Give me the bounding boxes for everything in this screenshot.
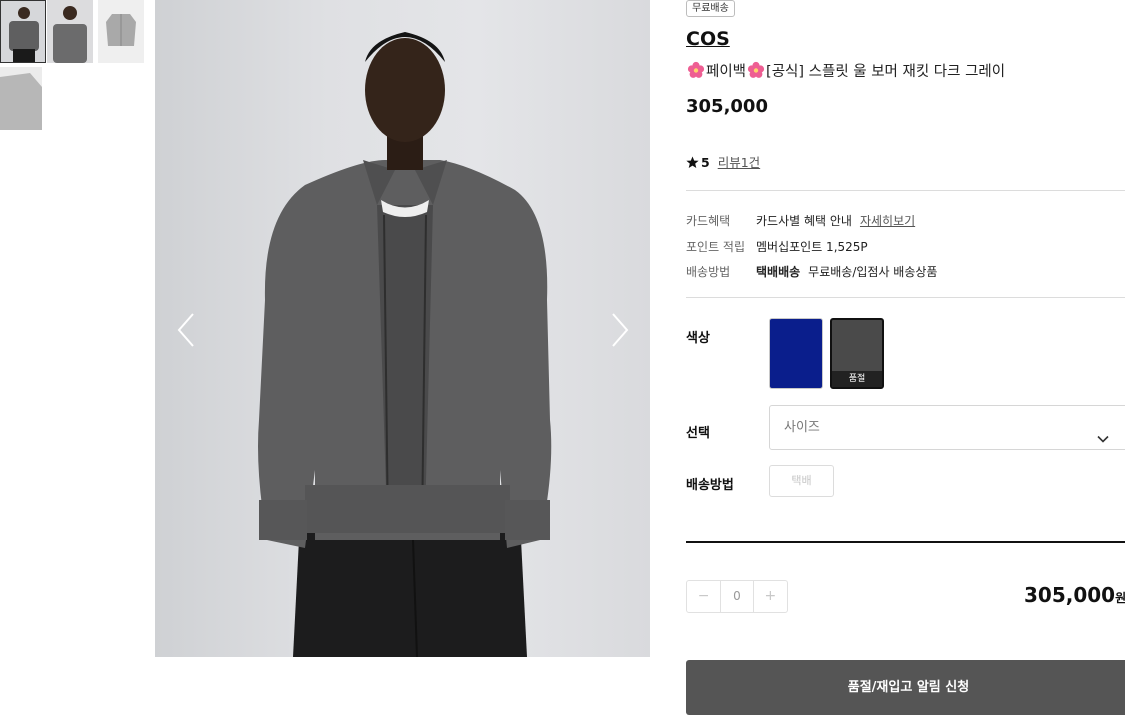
total-amount: 305,000 bbox=[1024, 583, 1116, 607]
thumbnail-jacket-detail[interactable] bbox=[0, 67, 42, 130]
restock-notify-button[interactable]: 품절/재입고 알림 신청 bbox=[686, 660, 1125, 715]
shipping-option-label: 배송방법 bbox=[686, 478, 734, 493]
point-label: 포인트 적립 bbox=[686, 240, 746, 254]
color-swatch-blue[interactable] bbox=[769, 318, 823, 389]
title-main: [공식] 스플릿 울 보머 재킷 다크 그레이 bbox=[766, 64, 1006, 80]
delivery-row: 배송방법 택배배송 무료배송/입점사 배송상품 bbox=[686, 263, 937, 280]
parcel-shipping-button[interactable]: 택배 bbox=[769, 465, 834, 497]
total-price: 305,000원 bbox=[1024, 583, 1125, 607]
color-option-label: 색상 bbox=[686, 331, 710, 346]
size-select-placeholder: 사이즈 bbox=[784, 420, 820, 435]
divider bbox=[686, 190, 1125, 191]
review-count-link[interactable]: 리뷰1건 bbox=[718, 155, 760, 170]
divider bbox=[686, 297, 1125, 298]
next-image-arrow-icon[interactable] bbox=[601, 310, 637, 350]
product-price: 305,000 bbox=[686, 96, 768, 117]
point-row: 포인트 적립 멤버십포인트 1,525P bbox=[686, 238, 868, 255]
qty-minus-button[interactable]: − bbox=[687, 581, 720, 612]
qty-value[interactable]: 0 bbox=[720, 581, 754, 612]
delivery-type: 택배배송 bbox=[756, 265, 801, 279]
color-swatch-dark-grey[interactable]: 품절 bbox=[830, 318, 884, 389]
free-shipping-badge: 무료배송 bbox=[686, 0, 735, 17]
product-main-image bbox=[155, 0, 650, 657]
thumbnail-jacket-flat[interactable] bbox=[98, 0, 144, 63]
card-benefit-row: 카드혜택 카드사별 혜택 안내 자세히보기 bbox=[686, 212, 915, 229]
flower-icon bbox=[747, 61, 765, 79]
flower-icon bbox=[687, 61, 705, 79]
thumbnail-model-front[interactable] bbox=[0, 0, 46, 63]
soldout-tag: 품절 bbox=[832, 371, 882, 387]
model-wearing-jacket-illustration bbox=[258, 32, 552, 657]
qty-plus-button[interactable]: + bbox=[754, 581, 787, 612]
chevron-down-icon bbox=[1096, 421, 1110, 443]
currency-unit: 원 bbox=[1115, 591, 1125, 605]
card-benefit-label: 카드혜택 bbox=[686, 214, 731, 228]
card-benefit-detail-link[interactable]: 자세히보기 bbox=[860, 214, 915, 228]
size-select[interactable]: 사이즈 bbox=[769, 405, 1125, 450]
delivery-value: 무료배송/입점사 배송상품 bbox=[808, 265, 938, 279]
rating-summary: 5 리뷰1건 bbox=[686, 152, 760, 171]
thumbnail-model-side[interactable] bbox=[47, 0, 93, 63]
product-title: 페이백 [공식] 스플릿 울 보머 재킷 다크 그레이 bbox=[686, 60, 1005, 81]
prev-image-arrow-icon[interactable] bbox=[169, 310, 205, 350]
card-benefit-value: 카드사별 혜택 안내 bbox=[756, 214, 852, 228]
section-divider bbox=[686, 541, 1125, 543]
point-value: 멤버십포인트 1,525P bbox=[756, 240, 868, 254]
brand-link[interactable]: COS bbox=[686, 28, 730, 50]
rating-score: 5 bbox=[701, 155, 710, 170]
title-prefix: 페이백 bbox=[706, 64, 747, 80]
delivery-label: 배송방법 bbox=[686, 265, 731, 279]
star-icon bbox=[686, 156, 699, 169]
quantity-stepper: − 0 + bbox=[686, 580, 788, 613]
size-option-label: 선택 bbox=[686, 426, 710, 441]
